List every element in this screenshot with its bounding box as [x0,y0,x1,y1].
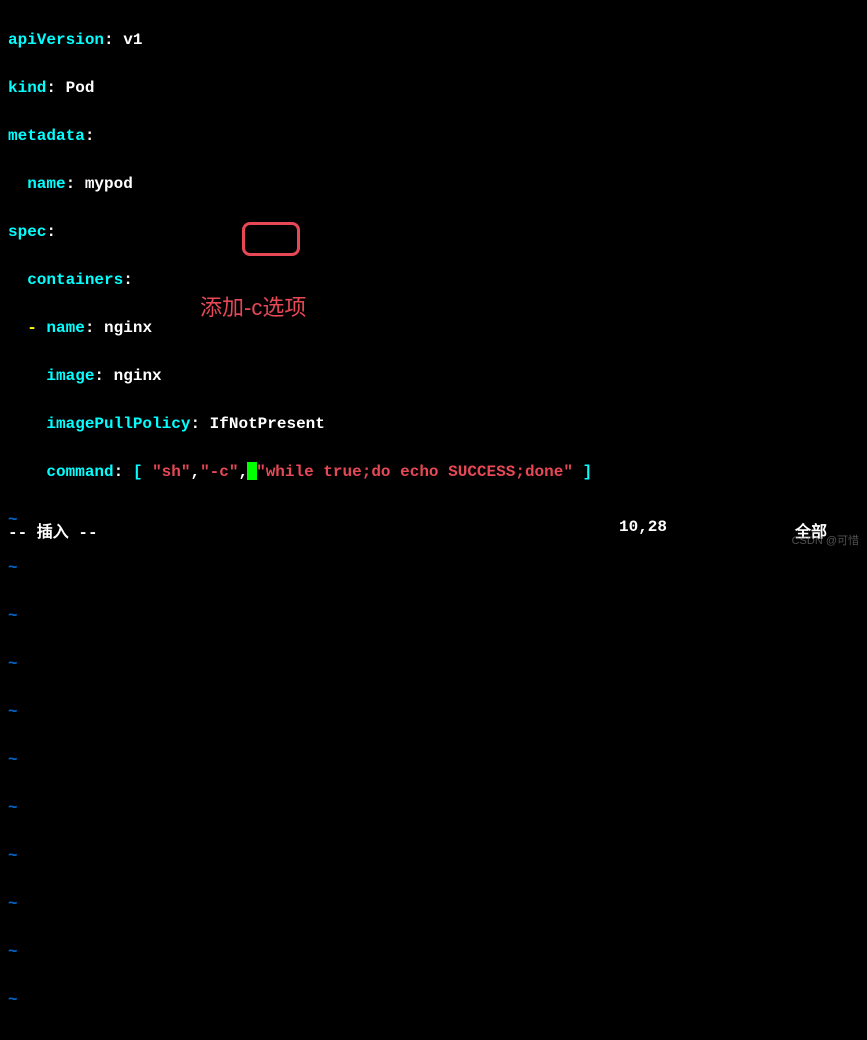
yaml-string: "-c" [200,463,238,481]
yaml-bracket: [ [133,463,143,481]
yaml-key: imagePullPolicy [46,415,190,433]
yaml-line: spec: [8,220,859,244]
yaml-string: "sh" [152,463,190,481]
cursor-position: 10,28 [619,518,667,536]
empty-line-tilde: ~ [8,892,859,916]
empty-line-tilde: ~ [8,796,859,820]
yaml-line: image: nginx [8,364,859,388]
empty-line-tilde: ~ [8,940,859,964]
yaml-key: metadata [8,127,85,145]
empty-line-tilde: ~ [8,604,859,628]
yaml-key: name [46,319,84,337]
yaml-line: command: [ "sh","-c","while true;do echo… [8,460,859,484]
yaml-key: command [46,463,113,481]
yaml-line: name: mypod [8,172,859,196]
yaml-key: apiVersion [8,31,104,49]
empty-line-tilde: ~ [8,748,859,772]
yaml-line: metadata: [8,124,859,148]
empty-line-tilde: ~ [8,844,859,868]
yaml-value: mypod [85,175,133,193]
cursor [247,462,257,480]
vim-status-bar: -- 插入 -- 10,28 全部 [0,518,867,542]
yaml-value: nginx [114,367,162,385]
empty-line-tilde: ~ [8,556,859,580]
yaml-line: apiVersion: v1 [8,28,859,52]
yaml-value: nginx [104,319,152,337]
empty-line-tilde: ~ [8,988,859,1012]
annotation-label: 添加-c选项 [200,290,306,322]
yaml-line: - name: nginx [8,316,859,340]
yaml-line: containers: [8,268,859,292]
watermark: CSDN @可惜 [792,532,859,548]
yaml-line: kind: Pod [8,76,859,100]
yaml-key: kind [8,79,46,97]
yaml-value: v1 [123,31,142,49]
empty-line-tilde: ~ [8,700,859,724]
yaml-value: IfNotPresent [210,415,325,433]
yaml-key: spec [8,223,46,241]
yaml-key: image [46,367,94,385]
vim-mode: -- 插入 -- [8,518,98,542]
yaml-bracket: ] [583,463,593,481]
yaml-line: imagePullPolicy: IfNotPresent [8,412,859,436]
yaml-key: name [27,175,65,193]
yaml-value: Pod [66,79,95,97]
empty-line-tilde: ~ [8,652,859,676]
yaml-dash: - [27,319,37,337]
yaml-key: containers [27,271,123,289]
yaml-string: "while true;do echo SUCCESS;done" [256,463,573,481]
